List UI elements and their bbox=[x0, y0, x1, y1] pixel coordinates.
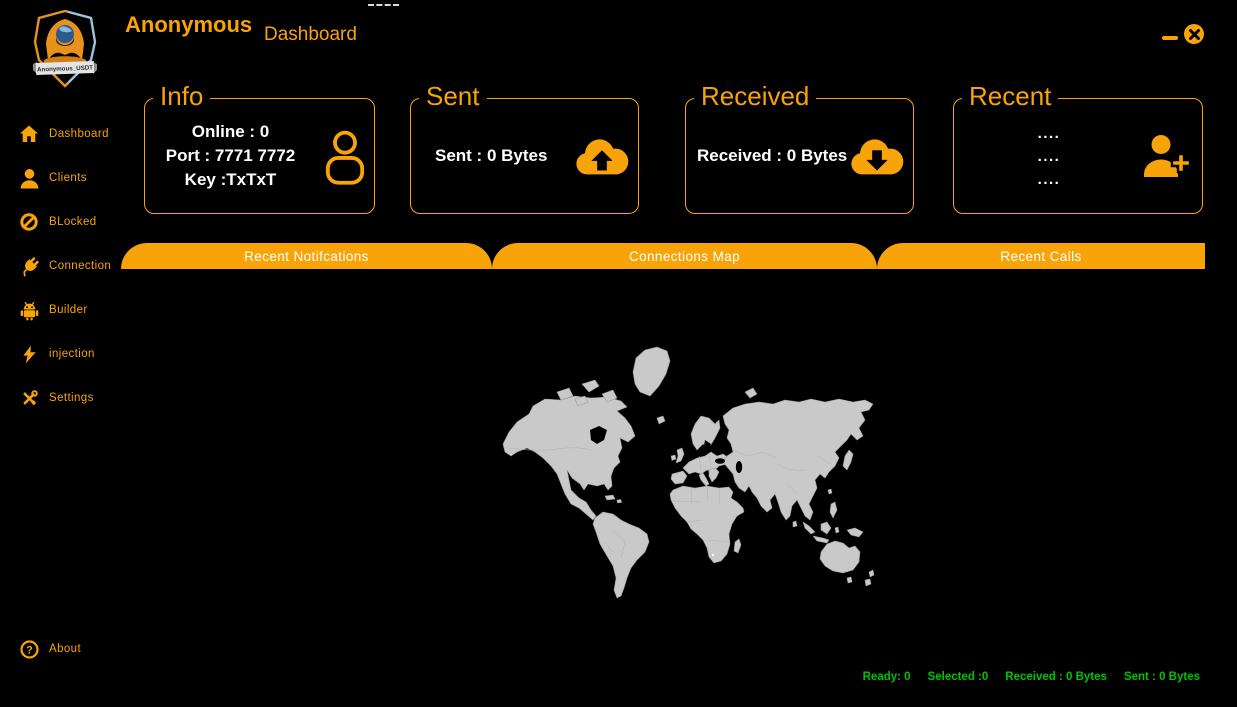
recent-line: .... bbox=[1038, 168, 1061, 191]
tab-label: Connections Map bbox=[629, 249, 740, 264]
sidebar-item-label: Builder bbox=[49, 304, 88, 316]
status-bar: Ready: 0 Selected :0 Received : 0 Bytes … bbox=[863, 671, 1200, 683]
info-card: Info Online : 0 Port : 7771 7772 Key :Tx… bbox=[144, 98, 375, 214]
sidebar-item-label: About bbox=[49, 643, 81, 655]
page-title: Dashboard bbox=[264, 24, 357, 46]
world-map bbox=[487, 344, 880, 600]
cloud-upload-icon bbox=[573, 133, 631, 179]
sidebar-item-clients[interactable]: Clients bbox=[18, 166, 87, 190]
block-icon bbox=[18, 211, 40, 233]
recent-line: .... bbox=[1038, 145, 1061, 168]
sent-value: Sent : 0 Bytes bbox=[435, 146, 547, 166]
map-north-america bbox=[503, 396, 635, 520]
sent-card: Sent Sent : 0 Bytes bbox=[410, 98, 639, 214]
tab-recent-calls[interactable]: Recent Calls bbox=[877, 243, 1205, 269]
tools-icon bbox=[18, 387, 40, 409]
svg-text:?: ? bbox=[26, 644, 33, 656]
sidebar-item-label: Connection bbox=[49, 260, 111, 272]
received-card: Received Received : 0 Bytes bbox=[685, 98, 914, 214]
sidebar-item-builder[interactable]: Builder bbox=[18, 298, 88, 322]
received-value: Received : 0 Bytes bbox=[697, 146, 847, 166]
sidebar-item-label: Dashboard bbox=[49, 128, 109, 140]
map-marker-dot bbox=[712, 554, 714, 556]
tab-recent-notifications[interactable]: Recent Notifcations bbox=[121, 243, 492, 269]
app-title: Anonymous bbox=[125, 12, 252, 38]
info-online: Online : 0 bbox=[192, 120, 269, 144]
sidebar-item-label: BLocked bbox=[49, 216, 97, 228]
focus-dashed-line bbox=[368, 4, 399, 6]
tab-label: Recent Notifcations bbox=[244, 249, 369, 264]
person-outline-icon bbox=[324, 127, 366, 185]
app-window: Anonymous_USDT Anonymous Dashboard Dashb… bbox=[0, 0, 1237, 707]
recent-card: Recent .... .... .... bbox=[953, 98, 1203, 214]
map-australia bbox=[820, 541, 860, 573]
info-key: Key :TxTxT bbox=[185, 168, 277, 192]
map-south-america bbox=[593, 512, 649, 598]
status-ready: Ready: 0 bbox=[863, 671, 911, 683]
tab-connections-map[interactable]: Connections Map bbox=[492, 243, 877, 269]
sidebar-item-dashboard[interactable]: Dashboard bbox=[18, 122, 109, 146]
status-selected: Selected :0 bbox=[928, 671, 989, 683]
map-greenland bbox=[633, 347, 670, 396]
sidebar-item-label: Settings bbox=[49, 392, 94, 404]
minimize-button[interactable] bbox=[1162, 36, 1178, 40]
close-x-icon bbox=[1189, 29, 1200, 40]
sidebar-item-connection[interactable]: Connection bbox=[18, 254, 111, 278]
person-add-icon bbox=[1142, 133, 1192, 179]
question-icon: ? bbox=[18, 638, 40, 660]
sidebar-item-injection[interactable]: injection bbox=[18, 342, 95, 366]
recent-line: .... bbox=[1038, 122, 1061, 145]
person-icon bbox=[18, 167, 40, 189]
bolt-icon bbox=[18, 343, 40, 365]
info-port: Port : 7771 7772 bbox=[166, 144, 295, 168]
sidebar-item-label: Clients bbox=[49, 172, 87, 184]
sidebar-item-about[interactable]: ? About bbox=[18, 637, 81, 661]
sidebar-item-label: injection bbox=[49, 348, 95, 360]
status-received: Received : 0 Bytes bbox=[1005, 671, 1107, 683]
plug-icon bbox=[18, 255, 40, 277]
sidebar-item-settings[interactable]: Settings bbox=[18, 386, 94, 410]
android-icon bbox=[18, 299, 40, 321]
status-sent: Sent : 0 Bytes bbox=[1124, 671, 1200, 683]
close-button[interactable] bbox=[1184, 24, 1204, 44]
tab-label: Recent Calls bbox=[1000, 249, 1081, 264]
app-logo: Anonymous_USDT bbox=[20, 8, 110, 92]
home-icon bbox=[18, 123, 40, 145]
sidebar-item-blocked[interactable]: BLocked bbox=[18, 210, 97, 234]
cloud-download-icon bbox=[848, 133, 906, 179]
map-africa bbox=[670, 486, 744, 563]
